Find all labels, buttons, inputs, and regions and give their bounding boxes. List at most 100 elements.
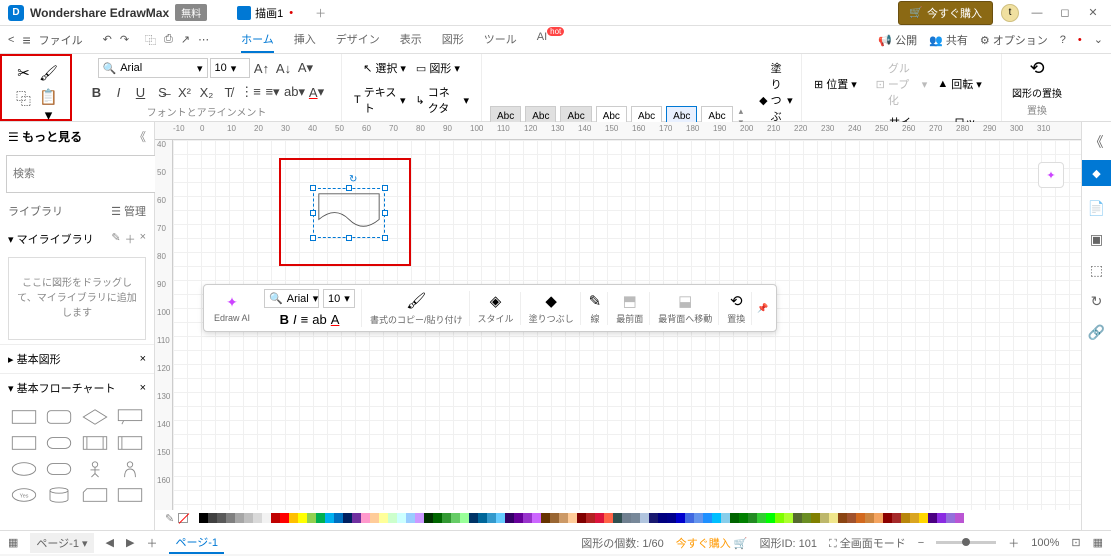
color-swatch[interactable] bbox=[847, 513, 856, 523]
rail-expand-icon[interactable]: 《 bbox=[1090, 132, 1104, 152]
shape-tool[interactable]: ▭ 図形 ▾ bbox=[412, 58, 464, 78]
shape-person[interactable] bbox=[79, 458, 111, 480]
color-swatch[interactable] bbox=[811, 513, 820, 523]
color-swatch[interactable] bbox=[505, 513, 514, 523]
color-swatch[interactable] bbox=[496, 513, 505, 523]
color-swatch[interactable] bbox=[667, 513, 676, 523]
color-swatch[interactable] bbox=[730, 513, 739, 523]
clear-format-icon[interactable]: T̸ bbox=[219, 82, 239, 102]
color-swatch[interactable] bbox=[721, 513, 730, 523]
color-swatch[interactable] bbox=[703, 513, 712, 523]
color-swatch[interactable] bbox=[685, 513, 694, 523]
connector-tool[interactable]: ↳ コネクタ ▾ bbox=[412, 82, 473, 118]
color-swatch[interactable] bbox=[226, 513, 235, 523]
no-color-swatch[interactable] bbox=[178, 513, 188, 523]
color-swatch[interactable] bbox=[541, 513, 550, 523]
color-swatch[interactable] bbox=[523, 513, 532, 523]
color-swatch[interactable] bbox=[235, 513, 244, 523]
color-swatch[interactable] bbox=[568, 513, 577, 523]
color-swatch[interactable] bbox=[397, 513, 406, 523]
color-swatch[interactable] bbox=[388, 513, 397, 523]
color-swatch[interactable] bbox=[532, 513, 541, 523]
color-swatch[interactable] bbox=[802, 513, 811, 523]
menu-more-icon[interactable]: ⋯ bbox=[198, 33, 209, 46]
color-swatch[interactable] bbox=[649, 513, 658, 523]
color-swatch[interactable] bbox=[289, 513, 298, 523]
shape-rect[interactable] bbox=[8, 406, 40, 428]
color-swatch[interactable] bbox=[937, 513, 946, 523]
color-swatch[interactable] bbox=[415, 513, 424, 523]
mylib-section[interactable]: ▾ マイライブラリ bbox=[8, 231, 94, 247]
print-icon[interactable]: ⎙ bbox=[164, 33, 173, 46]
color-swatch[interactable] bbox=[577, 513, 586, 523]
rotate-handle-icon[interactable]: ↻ bbox=[349, 174, 357, 185]
flowchart-header[interactable]: ▾ 基本フローチャート bbox=[8, 380, 115, 396]
color-swatch[interactable] bbox=[433, 513, 442, 523]
color-swatch[interactable] bbox=[550, 513, 559, 523]
color-swatch[interactable] bbox=[244, 513, 253, 523]
color-swatch[interactable] bbox=[910, 513, 919, 523]
color-swatch[interactable] bbox=[757, 513, 766, 523]
float-line-icon[interactable]: ✎ bbox=[589, 292, 602, 310]
tab-view[interactable]: 表示 bbox=[400, 27, 422, 53]
buy-link[interactable]: 今すぐ購入 🛒 bbox=[676, 535, 748, 551]
rotate-button[interactable]: ▲ 回転▾ bbox=[933, 74, 993, 94]
color-picker-icon[interactable]: ✎ bbox=[165, 512, 174, 525]
collapse-ribbon-button[interactable]: ⌄ bbox=[1094, 33, 1103, 46]
rail-page-icon[interactable]: 📄 bbox=[1088, 200, 1105, 217]
shape-rect2[interactable] bbox=[8, 432, 40, 454]
strike-icon[interactable]: S̶ bbox=[153, 82, 173, 102]
float-color-icon[interactable]: A bbox=[331, 312, 340, 327]
float-italic-icon[interactable]: I bbox=[293, 312, 297, 327]
color-swatch[interactable] bbox=[253, 513, 262, 523]
mylib-add-icon[interactable]: ＋ bbox=[125, 231, 136, 247]
page-grid-icon[interactable]: ▦ bbox=[8, 536, 18, 549]
color-swatch[interactable] bbox=[883, 513, 892, 523]
color-swatch[interactable] bbox=[361, 513, 370, 523]
color-swatch[interactable] bbox=[613, 513, 622, 523]
color-swatch[interactable] bbox=[865, 513, 874, 523]
color-swatch[interactable] bbox=[487, 513, 496, 523]
zoom-out-icon[interactable]: − bbox=[918, 537, 924, 549]
shape-subprocess[interactable] bbox=[79, 432, 111, 454]
format-painter-icon[interactable]: 🖌 bbox=[39, 64, 58, 82]
color-swatch[interactable] bbox=[217, 513, 226, 523]
tab-tool[interactable]: ツール bbox=[484, 27, 517, 53]
flowchart-close[interactable]: × bbox=[140, 382, 146, 394]
publish-button[interactable]: 📢 公開 bbox=[878, 32, 917, 48]
tab-insert[interactable]: 挿入 bbox=[294, 27, 316, 53]
color-swatch[interactable] bbox=[793, 513, 802, 523]
bold-icon[interactable]: B bbox=[87, 82, 107, 102]
shape-card[interactable] bbox=[79, 484, 111, 506]
page-tab[interactable]: ページ-1 bbox=[169, 532, 224, 554]
rail-layout-icon[interactable]: ▣ bbox=[1090, 231, 1103, 248]
color-swatch[interactable] bbox=[595, 513, 604, 523]
page-select[interactable]: ページ-1 ▾ bbox=[30, 533, 93, 553]
manage-button[interactable]: ☰ 管理 bbox=[111, 203, 146, 219]
fullscreen-button[interactable]: ⛶ 全画面モード bbox=[829, 535, 906, 551]
prev-page-icon[interactable]: ◀ bbox=[106, 536, 114, 549]
select-tool[interactable]: ↖ 選択 ▾ bbox=[359, 58, 410, 78]
add-page-icon[interactable]: ＋ bbox=[146, 535, 157, 551]
color-swatch[interactable] bbox=[469, 513, 478, 523]
color-swatch[interactable] bbox=[406, 513, 415, 523]
close-button[interactable]: ✕ bbox=[1083, 6, 1103, 19]
color-swatch[interactable] bbox=[379, 513, 388, 523]
color-swatch[interactable] bbox=[208, 513, 217, 523]
color-swatch[interactable] bbox=[955, 513, 964, 523]
style-scroll-up[interactable]: ▴ bbox=[739, 106, 744, 117]
color-swatch[interactable] bbox=[901, 513, 910, 523]
next-page-icon[interactable]: ▶ bbox=[126, 536, 134, 549]
line-spacing-icon[interactable]: ≡▾ bbox=[263, 82, 283, 102]
color-swatch[interactable] bbox=[451, 513, 460, 523]
color-swatch[interactable] bbox=[514, 513, 523, 523]
color-swatch[interactable] bbox=[325, 513, 334, 523]
color-swatch[interactable] bbox=[460, 513, 469, 523]
document-tab[interactable]: 描画1 • bbox=[227, 2, 303, 24]
increase-font-icon[interactable]: A↑ bbox=[252, 58, 272, 78]
float-style-icon[interactable]: ◈ bbox=[490, 292, 502, 310]
text-tool[interactable]: T テキスト ▾ bbox=[350, 82, 410, 118]
basic-shapes-header[interactable]: ▸ 基本図形 bbox=[8, 351, 61, 367]
float-size-select[interactable]: 10▾ bbox=[323, 289, 355, 308]
color-swatch[interactable] bbox=[748, 513, 757, 523]
